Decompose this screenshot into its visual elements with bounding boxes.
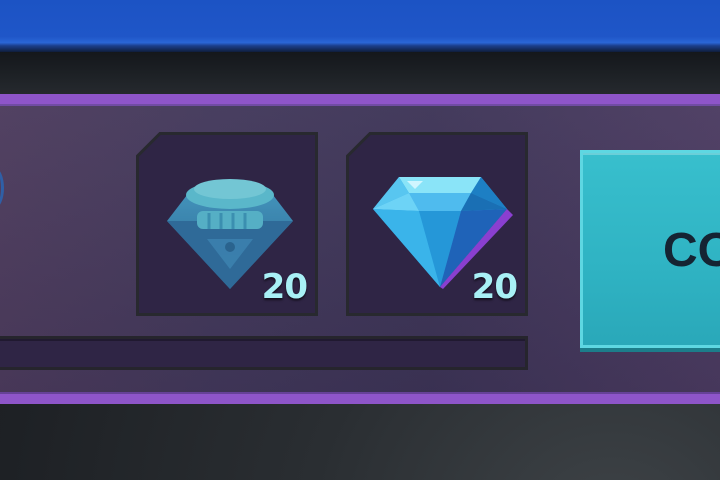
reward-slot-claimed[interactable]: 20 — [136, 132, 318, 316]
header-shadow — [0, 52, 720, 96]
collect-button[interactable]: CO — [580, 150, 720, 348]
collect-button-label: CO — [663, 224, 720, 277]
reward-quantity: 20 — [471, 267, 518, 307]
reward-slot-available[interactable]: 20 — [346, 132, 528, 316]
reward-quantity: 20 — [261, 267, 308, 307]
progress-bar — [0, 336, 528, 370]
game-screen: 20 20 CO — [0, 0, 720, 480]
top-header-bar — [0, 0, 720, 52]
